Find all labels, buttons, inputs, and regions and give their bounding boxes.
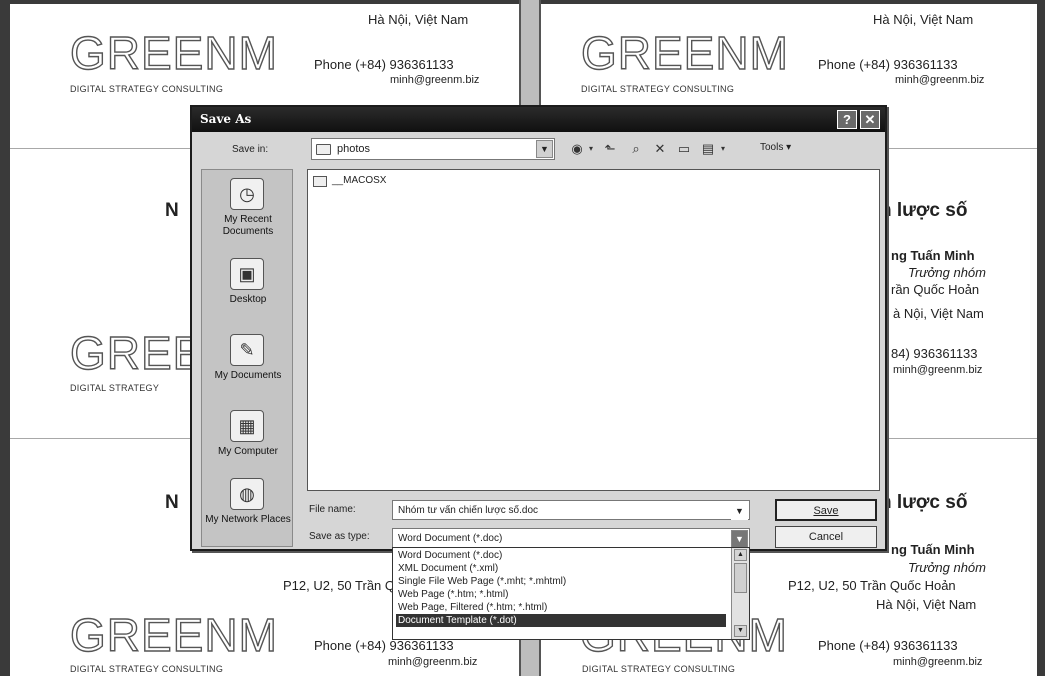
network-places-icon: ◍ — [230, 478, 264, 510]
type-option[interactable]: XML Document (*.xml) — [396, 562, 726, 575]
file-name-input[interactable]: Nhóm tư vấn chiến lược số.doc ▼ — [392, 500, 750, 520]
card-phone: Phone (+84) 936361133 — [314, 638, 454, 653]
card-email: minh@greenm.biz — [893, 656, 983, 668]
save-as-type-label: Save as type: — [309, 531, 370, 542]
file-name: __MACOSX — [332, 175, 387, 186]
chevron-down-icon[interactable]: ▼ — [536, 140, 553, 158]
close-button[interactable]: ✕ — [860, 110, 880, 129]
dialog-titlebar[interactable]: Save As ? ✕ — [192, 107, 885, 132]
views-dropdown-icon[interactable]: ▾ — [718, 140, 728, 158]
type-option[interactable]: Single File Web Page (*.mht; *.mhtml) — [396, 575, 726, 588]
card-title-fragment: N — [165, 200, 179, 221]
logo-tagline: DIGITAL STRATEGY — [70, 383, 160, 393]
card-title-fragment: N — [165, 492, 179, 513]
card-street: P12, U2, 50 Trần Quốc Hoản — [788, 578, 956, 593]
logo-tagline: DIGITAL STRATEGY CONSULTING — [581, 84, 735, 94]
scrollbar-thumb[interactable] — [734, 563, 747, 593]
folder-icon — [316, 144, 331, 155]
place-label: My Recent Documents — [222, 214, 274, 237]
place-my-documents[interactable]: ✎ My Documents — [202, 330, 294, 405]
save-as-type-value: Word Document (*.doc) — [398, 533, 503, 544]
file-name-value: Nhóm tư vấn chiến lược số.doc — [398, 505, 539, 516]
back-dropdown-icon[interactable]: ▾ — [586, 140, 596, 158]
save-in-value: photos — [337, 143, 371, 155]
save-as-type-dropdown[interactable]: Word Document (*.doc) ▼ — [392, 528, 750, 548]
card-city: Hà Nội, Việt Nam — [876, 597, 977, 612]
card-role: Trưởng nhóm — [908, 265, 986, 280]
back-icon[interactable]: ◉ — [568, 140, 586, 158]
places-bar: ◷ My Recent Documents ▣ Desktop ✎ My Doc… — [201, 169, 293, 547]
logo-tagline: DIGITAL STRATEGY CONSULTING — [582, 664, 736, 674]
card-email-fragment: minh@greenm.biz — [893, 364, 983, 376]
desktop-icon: ▣ — [230, 258, 264, 290]
file-name-label: File name: — [309, 504, 356, 515]
views-icon[interactable]: ▤ — [698, 140, 718, 158]
greenm-logo: GREENM — [69, 27, 278, 79]
save-in-label: Save in: — [232, 144, 269, 155]
recent-documents-icon: ◷ — [230, 178, 264, 210]
chevron-down-icon[interactable]: ▼ — [731, 502, 748, 520]
card-street-fragment: rần Quốc Hoản — [891, 282, 980, 297]
my-computer-icon: ▦ — [230, 410, 264, 442]
help-button[interactable]: ? — [837, 110, 857, 129]
greenm-logo: GREENM — [580, 27, 789, 79]
card-city-fragment: à Nội, Việt Nam — [893, 306, 984, 321]
card-name-fragment: ng Tuấn Minh — [891, 542, 975, 557]
place-label: My Computer — [217, 446, 278, 457]
save-as-dialog: Save As ? ✕ Save in: photos ▼ ◉ ▾ ⬑ ⌕ ✕ … — [190, 105, 887, 551]
card-title-fragment: n lược số — [880, 200, 968, 221]
card-role: Trưởng nhóm — [908, 560, 986, 575]
place-recent-documents[interactable]: ◷ My Recent Documents — [202, 174, 294, 249]
type-option[interactable]: Word Document (*.doc) — [396, 549, 726, 562]
place-network[interactable]: ◍ My Network Places — [202, 474, 294, 549]
place-label: My Network Places — [205, 514, 291, 525]
card-email: minh@greenm.biz — [895, 74, 985, 86]
save-in-dropdown[interactable]: photos ▼ — [311, 138, 555, 160]
search-web-icon[interactable]: ⌕ — [626, 140, 646, 158]
card-phone: Phone (+84) 936361133 — [818, 638, 958, 653]
file-list[interactable]: __MACOSX — [307, 169, 880, 491]
card-email: minh@greenm.biz — [390, 74, 480, 86]
card-city: Hà Nội, Việt Nam — [368, 12, 469, 27]
type-option-selected[interactable]: Document Template (*.dot) — [396, 614, 726, 627]
cancel-button[interactable]: Cancel — [775, 526, 877, 548]
dialog-title: Save As — [200, 112, 252, 126]
card-title-fragment: n lược số — [880, 492, 968, 513]
up-folder-icon[interactable]: ⬑ — [600, 140, 620, 158]
type-option[interactable]: Web Page (*.htm; *.html) — [396, 588, 726, 601]
logo-tagline: DIGITAL STRATEGY CONSULTING — [70, 664, 224, 674]
save-as-type-options[interactable]: Word Document (*.doc) XML Document (*.xm… — [392, 547, 750, 640]
greenm-logo: GREENM — [69, 609, 278, 661]
card-city: Hà Nội, Việt Nam — [873, 12, 974, 27]
card-phone: Phone (+84) 936361133 — [314, 57, 454, 72]
place-desktop[interactable]: ▣ Desktop — [202, 254, 294, 329]
card-phone: Phone (+84) 936361133 — [818, 57, 958, 72]
card-email: minh@greenm.biz — [388, 656, 478, 668]
tools-menu[interactable]: Tools ▾ — [760, 142, 791, 153]
type-option[interactable]: Web Page, Filtered (*.htm; *.html) — [396, 601, 726, 614]
folder-icon — [313, 176, 327, 187]
delete-icon[interactable]: ✕ — [650, 140, 670, 158]
place-label: My Documents — [214, 370, 282, 381]
card-name-fragment: ng Tuấn Minh — [891, 248, 975, 263]
logo-tagline: DIGITAL STRATEGY CONSULTING — [70, 84, 224, 94]
my-documents-icon: ✎ — [230, 334, 264, 366]
new-folder-icon[interactable]: ▭ — [674, 140, 694, 158]
greenm-logo: GREENM — [70, 330, 190, 376]
scroll-down-icon[interactable]: ▼ — [734, 625, 747, 637]
window-edge-left — [0, 0, 10, 676]
card-phone-fragment: 84) 936361133 — [891, 346, 978, 361]
chevron-down-icon[interactable]: ▼ — [731, 530, 748, 548]
dropdown-scrollbar[interactable]: ▲ ▼ — [731, 548, 749, 639]
place-label: Desktop — [229, 294, 267, 305]
save-button[interactable]: Save — [775, 499, 877, 521]
scroll-up-icon[interactable]: ▲ — [734, 549, 747, 561]
window-edge-right — [1037, 0, 1045, 676]
place-my-computer[interactable]: ▦ My Computer — [202, 406, 294, 481]
dialog-toolbar: ◉ ▾ ⬑ ⌕ ✕ ▭ ▤ ▾ Tools ▾ — [564, 138, 824, 160]
